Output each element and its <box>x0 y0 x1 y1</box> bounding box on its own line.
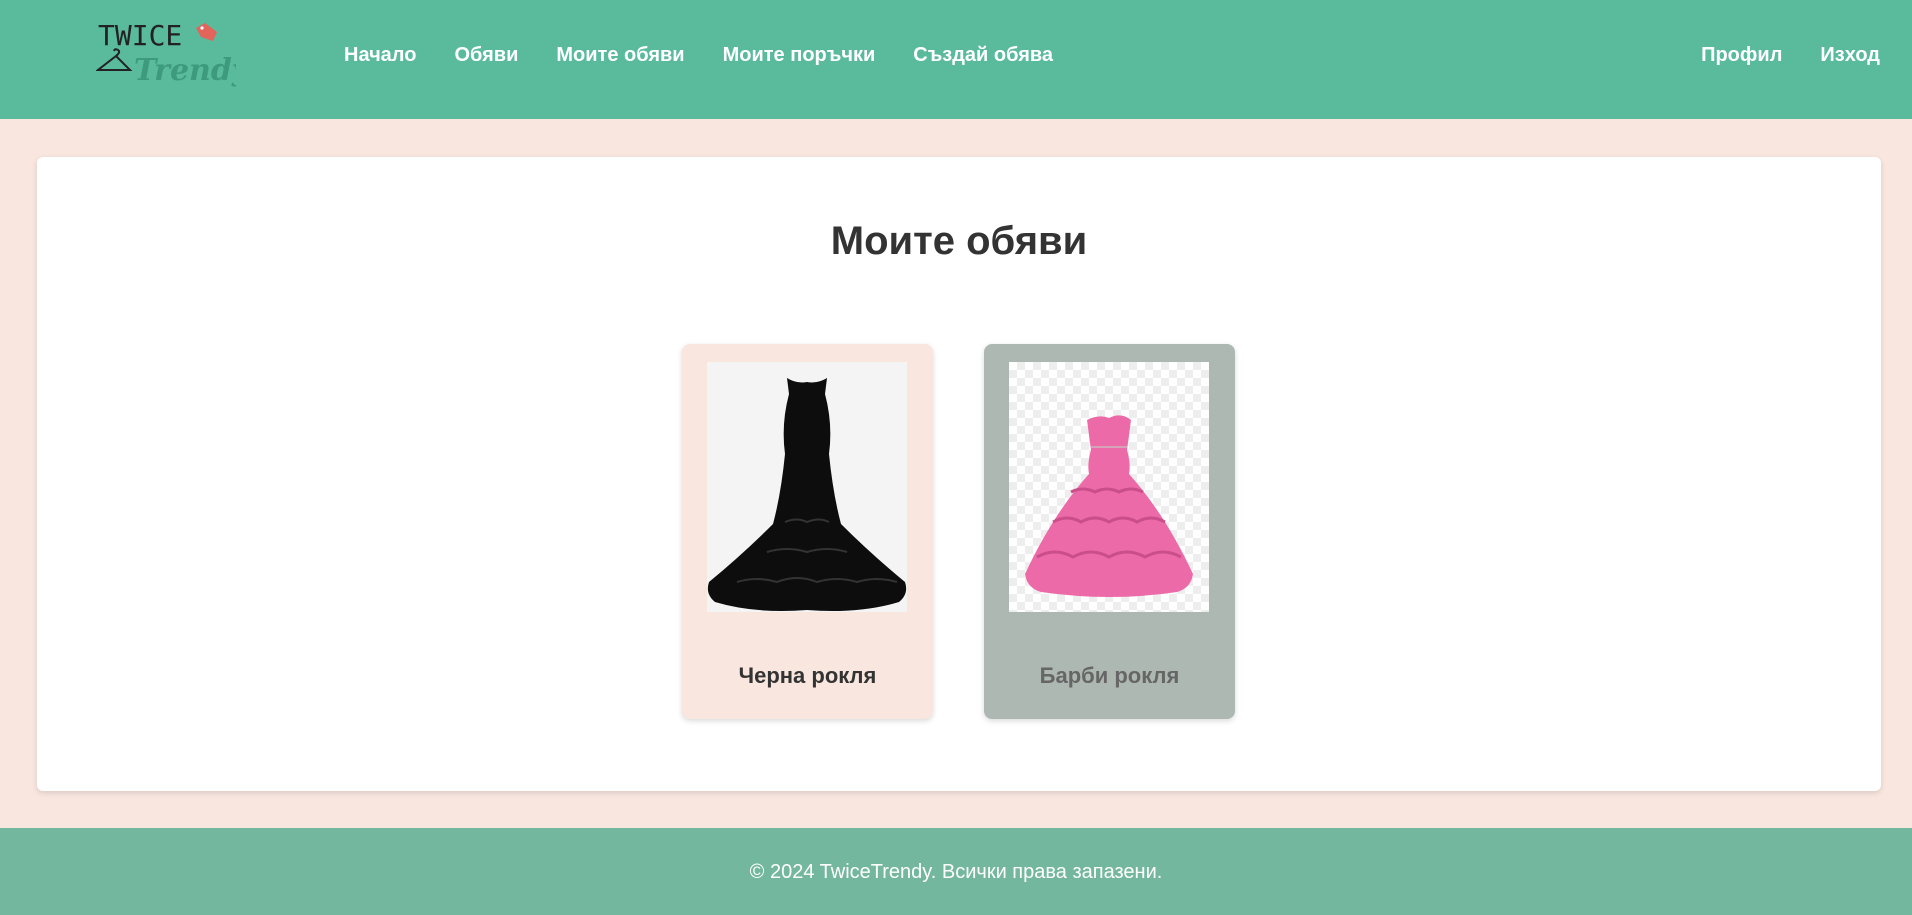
site-header: TWICE Trendy Начало Обяви Моите обяви Мо… <box>0 0 1912 119</box>
listing-image-barbie-dress[interactable] <box>1009 362 1209 612</box>
listing-card-black-dress[interactable]: Черна рокля <box>682 344 933 719</box>
logo-graphic: TWICE Trendy <box>95 19 252 88</box>
listing-title-barbie-dress[interactable]: Барби рокля <box>984 663 1235 689</box>
nav-link-logout[interactable]: Изход <box>1820 44 1880 67</box>
black-dress-illustration <box>707 378 907 611</box>
site-footer: © 2024 TwiceTrendy. Всички права запазен… <box>0 828 1912 915</box>
nav-link-listings[interactable]: Обяви <box>454 44 518 67</box>
listing-image-black-dress[interactable] <box>707 362 907 612</box>
page-title: Моите обяви <box>830 219 1088 263</box>
svg-text:Trendy: Trendy <box>134 53 236 88</box>
main-nav: Начало Обяви Моите обяви Моите поръчки С… <box>344 44 1053 67</box>
listing-card-barbie-dress[interactable]: Барби рокля <box>984 344 1235 719</box>
my-listings-panel: Моите обяви Черна рокля Барби рокля <box>37 157 1881 791</box>
nav-link-my-listings[interactable]: Моите обяви <box>556 44 684 67</box>
nav-link-home[interactable]: Начало <box>344 44 416 67</box>
nav-link-create-listing[interactable]: Създай обява <box>913 44 1053 67</box>
listing-title-black-dress[interactable]: Черна рокля <box>682 663 933 689</box>
svg-text:TWICE: TWICE <box>98 19 182 52</box>
twicetrendy-logo[interactable]: TWICE Trendy <box>95 18 252 93</box>
user-nav: Профил Изход <box>1701 44 1880 67</box>
nav-link-profile[interactable]: Профил <box>1701 44 1782 67</box>
pink-ballgown-illustration <box>1025 415 1193 597</box>
nav-link-my-orders[interactable]: Моите поръчки <box>723 44 876 67</box>
copyright-text: © 2024 TwiceTrendy. Всички права запазен… <box>749 861 1163 883</box>
